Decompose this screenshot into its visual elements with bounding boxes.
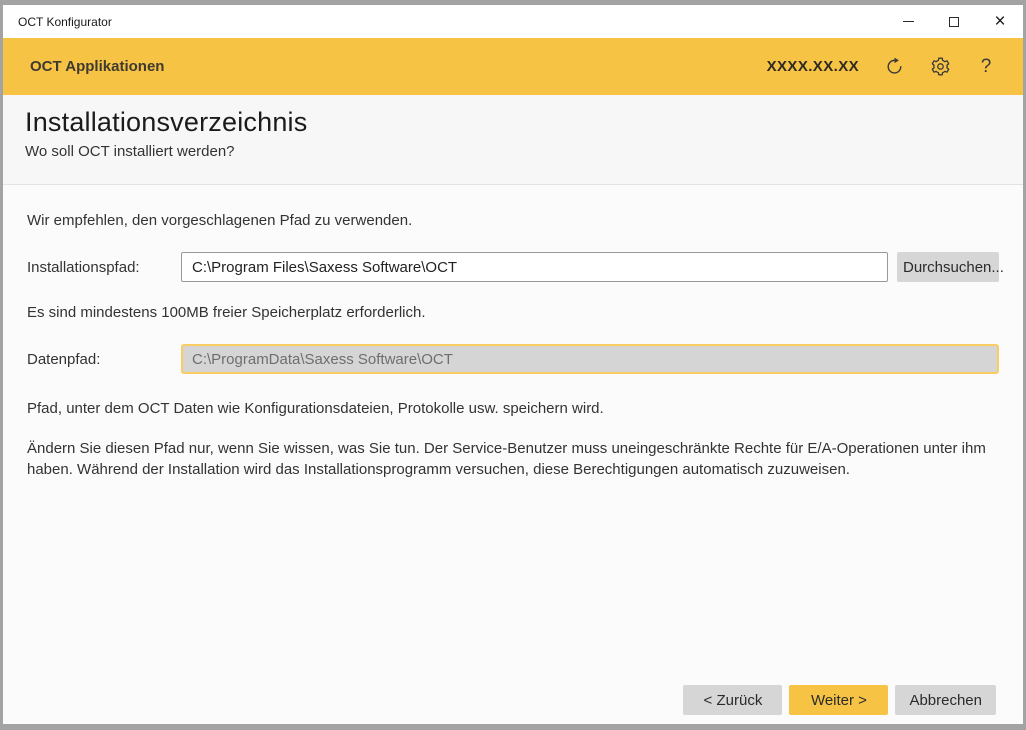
refresh-icon	[884, 56, 905, 77]
back-button[interactable]: < Zurück	[683, 685, 782, 715]
install-path-row: Installationspfad: Durchsuchen...	[27, 252, 999, 282]
window-title: OCT Konfigurator	[18, 15, 112, 29]
app-title: OCT Applikationen	[30, 58, 164, 75]
close-button[interactable]: ×	[977, 5, 1023, 38]
refresh-button[interactable]	[883, 56, 905, 78]
settings-button[interactable]	[929, 56, 951, 78]
next-button[interactable]: Weiter >	[789, 685, 888, 715]
install-path-input[interactable]	[181, 252, 888, 282]
maximize-icon	[949, 17, 959, 27]
maximize-button[interactable]	[931, 5, 977, 38]
help-icon: ?	[981, 56, 992, 78]
wizard-footer: < Zurück Weiter > Abbrechen	[3, 685, 1023, 724]
window-controls: ×	[885, 5, 1023, 38]
minimize-icon	[903, 21, 914, 22]
installer-window: OCT Konfigurator × OCT Applikationen XXX…	[0, 0, 1026, 730]
data-path-row: Datenpfad:	[27, 344, 999, 374]
browse-button[interactable]: Durchsuchen...	[897, 252, 999, 282]
close-icon: ×	[994, 12, 1005, 31]
page-content: Wir empfehlen, den vorgeschlagenen Pfad …	[3, 185, 1023, 685]
disk-space-note: Es sind mindestens 100MB freier Speicher…	[27, 304, 999, 321]
data-path-note: Pfad, unter dem OCT Daten wie Konfigurat…	[27, 400, 999, 417]
data-path-warning: Ändern Sie diesen Pfad nur, wenn Sie wis…	[27, 438, 999, 480]
data-path-input[interactable]	[181, 344, 999, 374]
page-title: Installationsverzeichnis	[25, 107, 999, 138]
cancel-button[interactable]: Abbrechen	[895, 685, 996, 715]
data-path-label: Datenpfad:	[27, 351, 181, 368]
app-header-actions: XXXX.XX.XX ?	[767, 56, 997, 78]
version-label: XXXX.XX.XX	[767, 58, 859, 75]
window-titlebar[interactable]: OCT Konfigurator ×	[3, 5, 1023, 38]
help-button[interactable]: ?	[975, 56, 997, 78]
page-subtitle: Wo soll OCT installiert werden?	[25, 143, 999, 160]
gear-icon	[930, 56, 951, 77]
app-header-bar: OCT Applikationen XXXX.XX.XX ?	[3, 38, 1023, 95]
install-path-label: Installationspfad:	[27, 259, 181, 276]
minimize-button[interactable]	[885, 5, 931, 38]
page-header: Installationsverzeichnis Wo soll OCT ins…	[3, 95, 1023, 185]
intro-text: Wir empfehlen, den vorgeschlagenen Pfad …	[27, 212, 999, 229]
